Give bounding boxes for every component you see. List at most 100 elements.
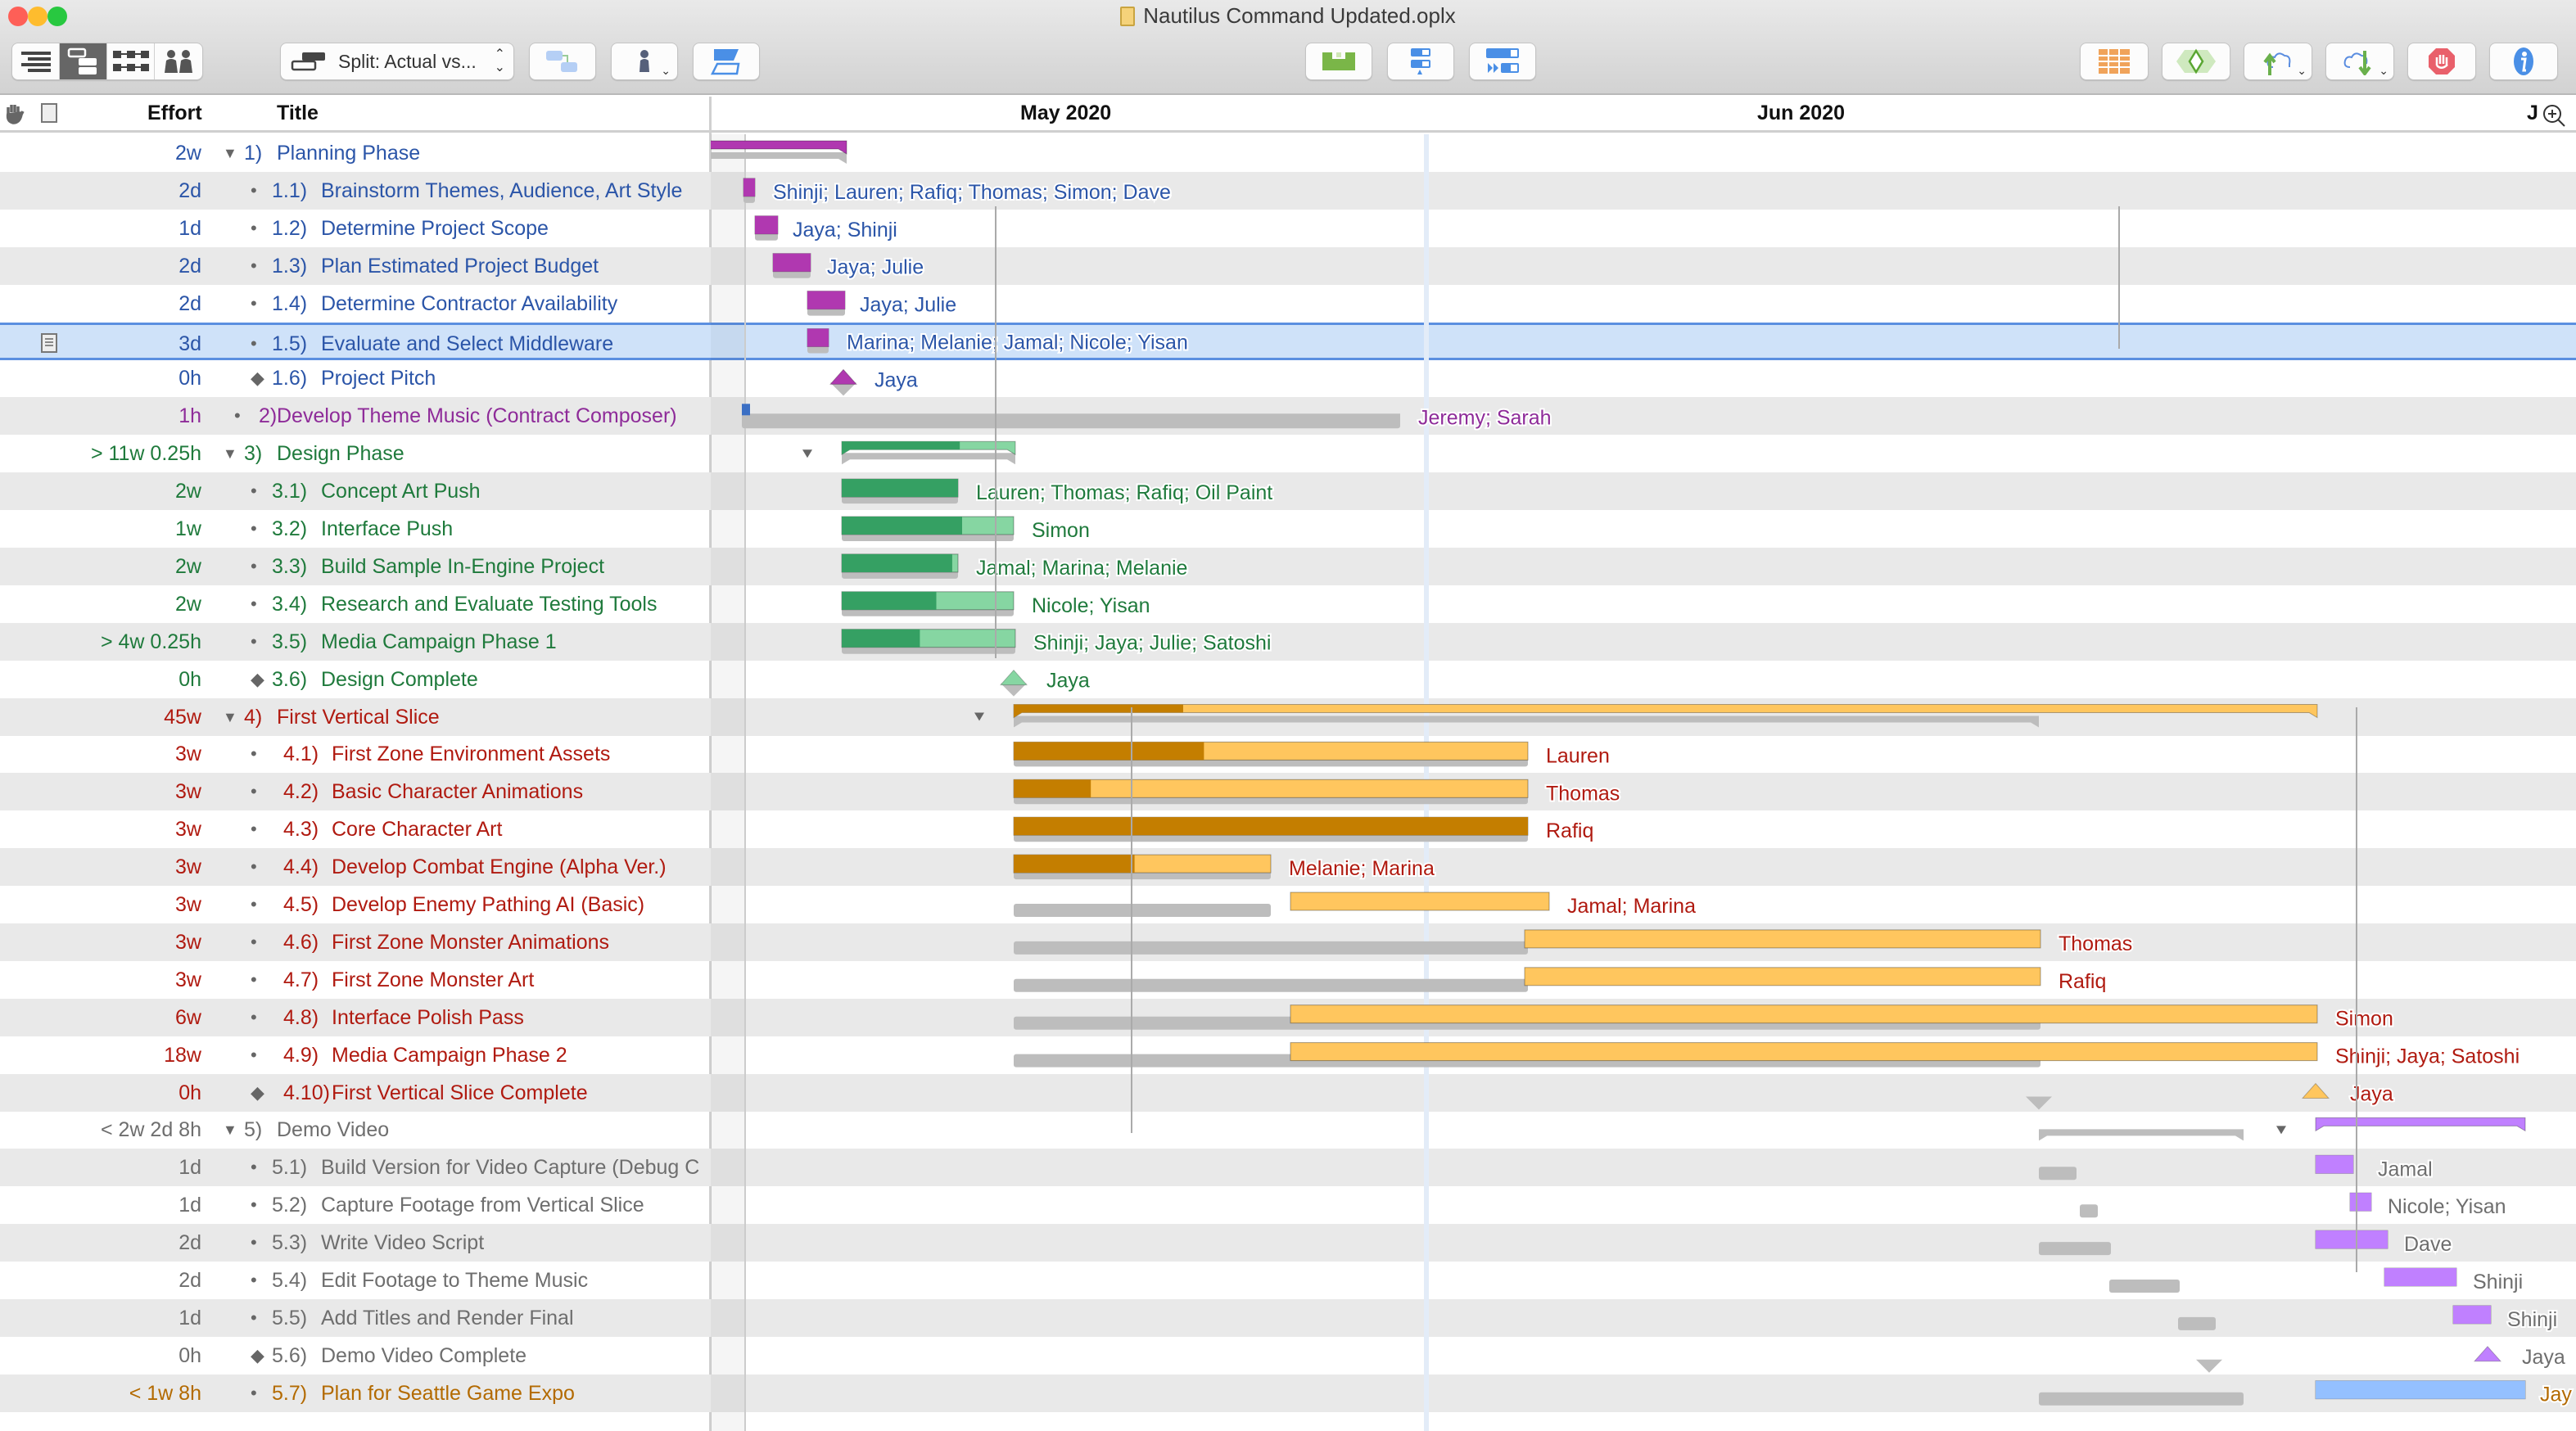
effort-cell[interactable]: < 1w 8h bbox=[129, 1375, 201, 1412]
note-column-icon[interactable] bbox=[41, 103, 57, 123]
connect-tasks-button[interactable] bbox=[529, 43, 596, 80]
assign-resource-button[interactable]: ⌄ bbox=[611, 43, 678, 80]
effort-cell[interactable]: 3d bbox=[179, 325, 201, 363]
outline-view-button[interactable] bbox=[12, 43, 60, 79]
task-title[interactable]: Interface Push bbox=[321, 510, 453, 548]
outline-row[interactable]: 3d • 1.5) Evaluate and Select Middleware bbox=[0, 322, 711, 363]
outline-row[interactable]: 2d • 1.1) Brainstorm Themes, Audience, Art … bbox=[0, 171, 711, 210]
task-title[interactable]: Design Phase bbox=[277, 435, 404, 472]
baseline-bar[interactable] bbox=[1014, 978, 1528, 992]
outline-row[interactable]: 1d • 5.2) Capture Footage from Vertical Sli… bbox=[0, 1186, 711, 1224]
violations-button[interactable] bbox=[2407, 43, 2476, 80]
view-mode-segmented-control[interactable] bbox=[11, 43, 203, 80]
task-bar[interactable] bbox=[742, 404, 750, 416]
effort-cell[interactable]: 2w bbox=[175, 585, 201, 623]
disclosure-triangle-icon[interactable]: ▼ bbox=[223, 698, 237, 736]
outline-row[interactable]: 1w • 3.2) Interface Push bbox=[0, 510, 711, 548]
task-bar[interactable] bbox=[1524, 929, 2041, 949]
effort-cell[interactable]: 2d bbox=[179, 1224, 201, 1262]
task-bar-progress[interactable] bbox=[2350, 1193, 2371, 1212]
task-title[interactable]: Basic Character Animations bbox=[332, 773, 583, 810]
task-bar[interactable] bbox=[1290, 1004, 2318, 1024]
add-milestone-button[interactable] bbox=[2162, 43, 2230, 80]
task-bar[interactable] bbox=[1290, 1042, 2318, 1062]
task-title[interactable]: First Zone Environment Assets bbox=[332, 735, 610, 773]
effort-cell[interactable]: 0h bbox=[179, 1337, 201, 1375]
baseline-bar[interactable] bbox=[2039, 1242, 2111, 1256]
effort-cell[interactable]: 3w bbox=[175, 773, 201, 810]
task-title[interactable]: Interface Polish Pass bbox=[332, 999, 524, 1036]
effort-column-header[interactable]: Effort bbox=[147, 102, 202, 125]
task-title[interactable]: Build Version for Video Capture (Debug C bbox=[321, 1149, 699, 1186]
milestone-marker[interactable] bbox=[2301, 1082, 2330, 1099]
task-bar-progress[interactable] bbox=[842, 479, 958, 498]
effort-cell[interactable]: 2w bbox=[175, 548, 201, 585]
milestone-marker[interactable] bbox=[999, 669, 1028, 686]
baseline-bar[interactable] bbox=[1014, 941, 1528, 955]
task-title[interactable]: Determine Project Scope bbox=[321, 210, 549, 247]
outline-row[interactable]: 1d • 5.1) Build Version for Video Capture (… bbox=[0, 1149, 711, 1187]
outline-row[interactable]: > 4w 0.25h • 3.5) Media Campaign Phase 1 bbox=[0, 622, 711, 661]
table-button[interactable] bbox=[2080, 43, 2149, 80]
task-title[interactable]: Evaluate and Select Middleware bbox=[321, 325, 613, 363]
level-resources-button[interactable] bbox=[1305, 43, 1372, 80]
outline-row[interactable]: 3w • 4.3) Core Character Art bbox=[0, 810, 711, 848]
disclosure-triangle-icon[interactable]: ▼ bbox=[223, 1111, 237, 1149]
baseline-milestone[interactable] bbox=[2026, 1096, 2052, 1110]
disclosure-triangle-icon[interactable]: ▼ bbox=[223, 134, 237, 172]
disclosure-triangle-icon[interactable]: ▼ bbox=[223, 435, 237, 472]
outline-row[interactable]: 2d • 5.4) Edit Footage to Theme Music bbox=[0, 1262, 711, 1299]
task-title[interactable]: Capture Footage from Vertical Slice bbox=[321, 1186, 644, 1224]
outline-row[interactable]: 2d • 1.3) Plan Estimated Project Budget bbox=[0, 246, 711, 285]
task-title[interactable]: Media Campaign Phase 1 bbox=[321, 623, 557, 661]
effort-cell[interactable]: 3w bbox=[175, 923, 201, 961]
effort-cell[interactable]: 1d bbox=[179, 1149, 201, 1186]
task-bar-progress[interactable] bbox=[2316, 1155, 2353, 1174]
outline-row[interactable]: < 1w 8h • 5.7) Plan for Seattle Game Expo bbox=[0, 1374, 711, 1412]
effort-cell[interactable]: 1d bbox=[179, 1186, 201, 1224]
task-title[interactable]: Demo Video bbox=[277, 1111, 389, 1149]
task-title[interactable]: First Vertical Slice bbox=[277, 698, 440, 736]
summary-bar-progress[interactable] bbox=[1014, 704, 1183, 718]
milestone-marker[interactable] bbox=[829, 368, 858, 385]
resource-view-button[interactable] bbox=[155, 43, 202, 79]
effort-cell[interactable]: 3w bbox=[175, 848, 201, 886]
baseline-bar[interactable] bbox=[2039, 1392, 2244, 1406]
outline-row[interactable]: 2w • 3.1) Concept Art Push bbox=[0, 472, 711, 511]
effort-cell[interactable]: 1w bbox=[175, 510, 201, 548]
task-title[interactable]: Design Complete bbox=[321, 661, 478, 698]
baseline-summary-bar[interactable] bbox=[1014, 716, 2039, 728]
update-button[interactable]: ⌄ bbox=[2325, 43, 2394, 80]
task-title[interactable]: Research and Evaluate Testing Tools bbox=[321, 585, 657, 623]
baseline-bar[interactable] bbox=[2080, 1204, 2098, 1218]
effort-cell[interactable]: 2d bbox=[179, 1262, 201, 1299]
outline-row[interactable]: 3w • 4.7) First Zone Monster Art bbox=[0, 961, 711, 999]
outline-row[interactable]: < 2w 2d 8h ▼ 5) Demo Video bbox=[0, 1111, 711, 1149]
task-bar-progress[interactable] bbox=[2316, 1380, 2525, 1399]
inspector-button[interactable] bbox=[2489, 43, 2558, 80]
outline-row[interactable]: 2d • 1.4) Determine Contractor Availability bbox=[0, 285, 711, 323]
gantt-view-button[interactable] bbox=[60, 43, 107, 79]
task-title[interactable]: Edit Footage to Theme Music bbox=[321, 1262, 588, 1299]
outline-row[interactable]: 1h • 2) Develop Theme Music (Contract Compo… bbox=[0, 397, 711, 436]
outline-row[interactable]: 1d • 1.2) Determine Project Scope bbox=[0, 210, 711, 247]
task-title[interactable]: Concept Art Push bbox=[321, 472, 481, 510]
task-bar-progress[interactable] bbox=[743, 178, 755, 196]
effort-cell[interactable]: 0h bbox=[179, 661, 201, 698]
publish-button[interactable]: ⌄ bbox=[2244, 43, 2312, 80]
task-title[interactable]: Determine Contractor Availability bbox=[321, 285, 617, 323]
reschedule-button[interactable] bbox=[1469, 43, 1536, 80]
task-title[interactable]: Develop Theme Music (Contract Composer) bbox=[277, 397, 677, 435]
effort-cell[interactable]: 45w bbox=[164, 698, 201, 736]
task-bar-progress[interactable] bbox=[1014, 817, 1528, 836]
outline-row[interactable]: 18w • 4.9) Media Campaign Phase 2 bbox=[0, 1036, 711, 1074]
task-title[interactable]: Add Titles and Render Final bbox=[321, 1299, 574, 1337]
task-title[interactable]: Build Sample In-Engine Project bbox=[321, 548, 604, 585]
effort-cell[interactable]: 1h bbox=[179, 397, 201, 435]
baseline-milestone[interactable] bbox=[2196, 1359, 2222, 1373]
outline-row[interactable]: 0h ◆ 1.6) Project Pitch bbox=[0, 359, 711, 397]
note-icon[interactable] bbox=[41, 332, 57, 353]
summary-bar[interactable] bbox=[1013, 704, 2318, 719]
summary-bar-progress[interactable] bbox=[842, 441, 960, 455]
task-bar-progress[interactable] bbox=[2384, 1268, 2456, 1286]
